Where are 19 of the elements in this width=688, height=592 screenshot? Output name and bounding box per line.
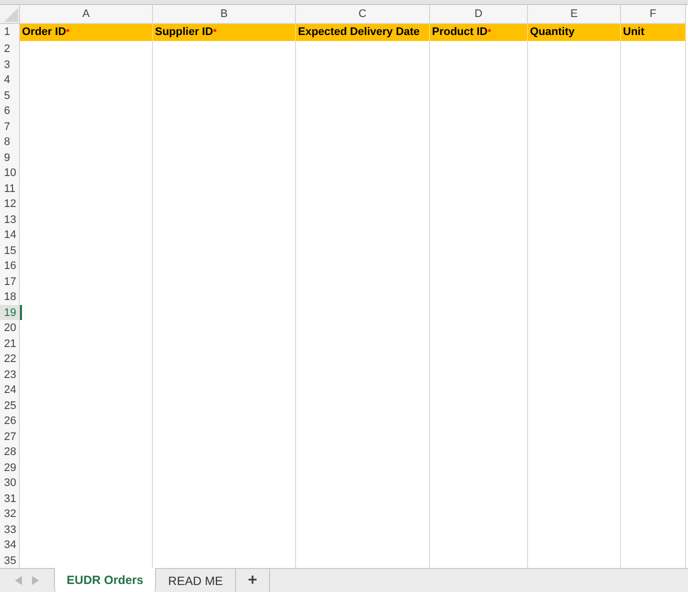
column-header[interactable]: A xyxy=(20,5,153,24)
column-header[interactable]: E xyxy=(528,5,621,24)
header-cell[interactable]: Supplier ID* xyxy=(153,24,296,42)
scroll-left-icon[interactable] xyxy=(15,576,22,585)
select-all-icon[interactable] xyxy=(4,8,18,22)
scroll-right-icon[interactable] xyxy=(32,576,39,585)
sheet-tab[interactable]: EUDR Orders xyxy=(54,568,156,592)
column-header[interactable]: B xyxy=(153,5,296,24)
header-cell[interactable]: Expected Delivery Date xyxy=(296,24,430,42)
header-cell[interactable]: Quantity xyxy=(528,24,621,42)
column-header[interactable]: D xyxy=(430,5,528,24)
column-header[interactable]: F xyxy=(621,5,686,24)
row-header[interactable]: 1 xyxy=(0,24,20,42)
column-header[interactable]: C xyxy=(296,5,430,24)
sheet-tab[interactable]: READ ME xyxy=(156,569,236,592)
add-sheet-button[interactable]: + xyxy=(236,569,270,592)
header-cell[interactable]: Product ID* xyxy=(430,24,528,42)
header-cell[interactable]: Order ID* xyxy=(20,24,153,42)
header-cell[interactable]: Unit xyxy=(621,24,686,42)
